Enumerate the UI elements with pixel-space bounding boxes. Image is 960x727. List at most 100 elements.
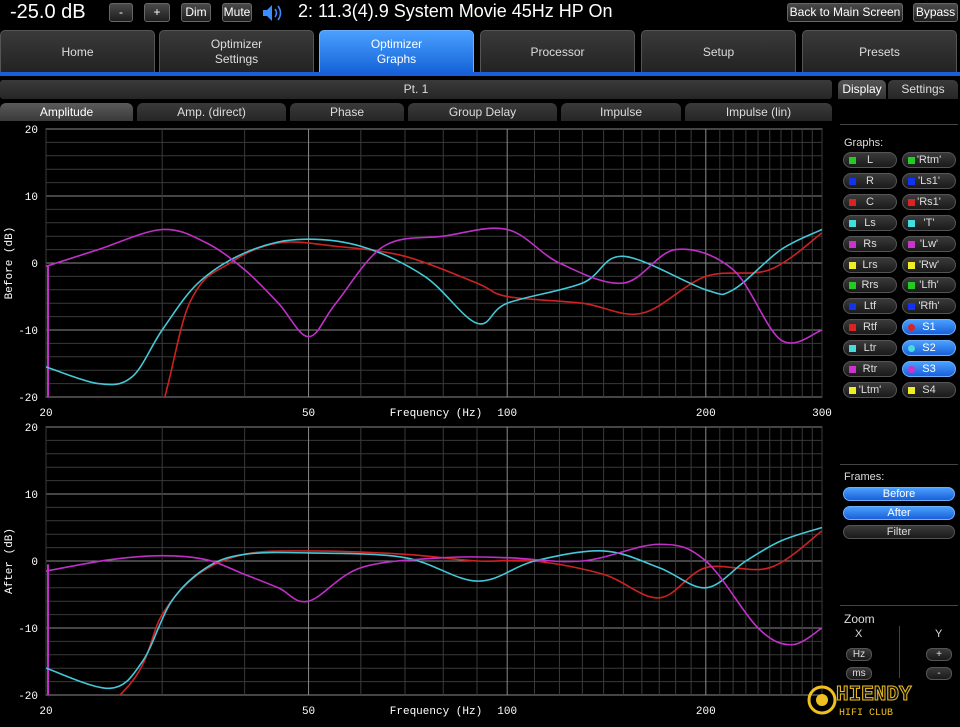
logo-text: HIENDY — [836, 684, 912, 707]
x-axis-label: Frequency (Hz) — [390, 706, 482, 718]
channel-right-6-button[interactable]: 'Lfh' — [902, 277, 956, 294]
channel-label: Rtr — [862, 363, 878, 375]
tab-display[interactable]: Display — [838, 80, 886, 99]
channel-swatch-icon — [849, 219, 856, 227]
channel-swatch-icon — [908, 366, 915, 373]
channel-label: 'Rw' — [918, 258, 940, 271]
channel-label: Rrs — [861, 279, 879, 292]
channel-left-3-button[interactable]: Ls — [843, 214, 897, 231]
channel-right-7-button[interactable]: 'Rfh' — [902, 298, 956, 315]
channel-label: S1 — [922, 321, 936, 334]
x-tick-label: 50 — [302, 706, 315, 718]
channel-label: 'Lw' — [919, 237, 939, 250]
channel-right-3-button[interactable]: 'T' — [902, 214, 956, 231]
channel-left-6-button[interactable]: Rrs — [843, 277, 897, 294]
channel-label: 'Rs1' — [917, 195, 941, 208]
channel-left-5-button[interactable]: Lrs — [843, 256, 897, 273]
channel-right-2-button[interactable]: 'Rs1' — [902, 193, 956, 210]
channel-swatch-icon — [849, 198, 856, 206]
channel-swatch-icon — [908, 261, 915, 269]
channel-left-10-button[interactable]: Rtr — [843, 361, 897, 377]
channel-label: 'T' — [923, 216, 935, 229]
channel-label: Lrs — [862, 258, 878, 271]
channel-left-4-button[interactable]: Rs — [843, 235, 897, 252]
y-tick-label: 20 — [25, 125, 38, 137]
frames-label: Frames: — [844, 471, 885, 483]
zoom-x-label: X — [855, 628, 863, 640]
channel-swatch-icon — [849, 324, 856, 332]
channel-swatch-icon — [849, 282, 856, 290]
y-tick-label: 10 — [25, 192, 38, 204]
graphs-divider — [840, 124, 958, 125]
channel-label: 'Rtm' — [916, 154, 942, 166]
channel-label: 'Ltm' — [858, 383, 882, 396]
channel-swatch-icon — [908, 386, 915, 394]
frames-divider — [840, 464, 958, 465]
channel-right-5-button[interactable]: 'Rw' — [902, 256, 956, 273]
channel-label: Ltr — [863, 342, 877, 355]
channel-swatch-icon — [849, 240, 856, 248]
x-axis-label: Frequency (Hz) — [390, 408, 482, 420]
hiendy-logo: HIENDY HIFI CLUB — [806, 678, 958, 722]
channel-left-9-button[interactable]: Ltr — [843, 340, 897, 357]
zoom-y-in-button[interactable]: + — [926, 648, 952, 661]
channel-left-11-button[interactable]: 'Ltm' — [843, 381, 897, 398]
channel-swatch-icon — [849, 303, 856, 311]
x-tick-label: 20 — [39, 408, 52, 420]
channel-right-0-button[interactable]: 'Rtm' — [902, 152, 956, 168]
channel-right-10-button[interactable]: S3 — [902, 361, 956, 377]
y-axis-label: After (dB) — [4, 528, 16, 594]
channel-swatch-icon — [908, 240, 915, 248]
zoom-separator — [899, 626, 900, 678]
channel-right-9-button[interactable]: S2 — [902, 340, 956, 357]
graphs-label: Graphs: — [844, 137, 884, 149]
channel-label: C — [866, 195, 874, 208]
y-tick-label: 0 — [31, 259, 38, 271]
channel-label: 'Lfh' — [919, 279, 939, 292]
x-tick-label: 100 — [497, 408, 517, 420]
channel-left-1-button[interactable]: R — [843, 172, 897, 189]
channel-swatch-icon — [908, 177, 915, 185]
channel-label: S4 — [922, 383, 936, 396]
channel-right-4-button[interactable]: 'Lw' — [902, 235, 956, 252]
y-tick-label: 20 — [25, 423, 38, 435]
channel-label: Ltf — [863, 300, 877, 313]
x-tick-label: 100 — [497, 706, 517, 718]
tab-right-settings[interactable]: Settings — [888, 80, 958, 99]
zoom-label: Zoom — [844, 612, 875, 626]
y-tick-label: -10 — [18, 624, 38, 636]
channel-swatch-icon — [908, 282, 915, 290]
channel-label: L — [866, 154, 874, 166]
channel-swatch-icon — [908, 198, 915, 206]
zoom-divider — [840, 605, 958, 606]
x-tick-label: 200 — [696, 408, 716, 420]
channel-label: 'Ls1' — [918, 174, 940, 187]
frame-filter-button[interactable]: Filter — [843, 525, 955, 539]
channel-label: Ls — [864, 216, 876, 229]
channel-swatch-icon — [908, 303, 915, 311]
channel-right-1-button[interactable]: 'Ls1' — [902, 172, 956, 189]
channel-right-11-button[interactable]: S4 — [902, 381, 956, 398]
zoom-y-label: Y — [935, 628, 943, 640]
channel-swatch-icon — [908, 219, 915, 227]
channel-left-0-button[interactable]: L — [843, 152, 897, 168]
channel-label: Rtf — [862, 321, 878, 334]
channel-left-8-button[interactable]: Rtf — [843, 319, 897, 336]
y-tick-label: -10 — [18, 326, 38, 338]
channel-swatch-icon — [908, 324, 915, 332]
channel-swatch-icon — [849, 386, 856, 394]
channel-label: S3 — [922, 363, 936, 375]
x-tick-label: 200 — [696, 706, 716, 718]
channel-left-7-button[interactable]: Ltf — [843, 298, 897, 315]
channel-left-2-button[interactable]: C — [843, 193, 897, 210]
channel-swatch-icon — [908, 157, 915, 164]
frame-after-button[interactable]: After — [843, 506, 955, 520]
zoom-x-hz-button[interactable]: Hz — [846, 648, 872, 661]
channel-right-8-button[interactable]: S1 — [902, 319, 956, 336]
x-tick-label: 50 — [302, 408, 315, 420]
frame-before-button[interactable]: Before — [843, 487, 955, 501]
y-axis-label: Before (dB) — [4, 227, 16, 300]
bypass-button[interactable]: Bypass — [913, 3, 958, 22]
channel-label: R — [866, 174, 874, 187]
x-tick-label: 20 — [39, 706, 52, 718]
